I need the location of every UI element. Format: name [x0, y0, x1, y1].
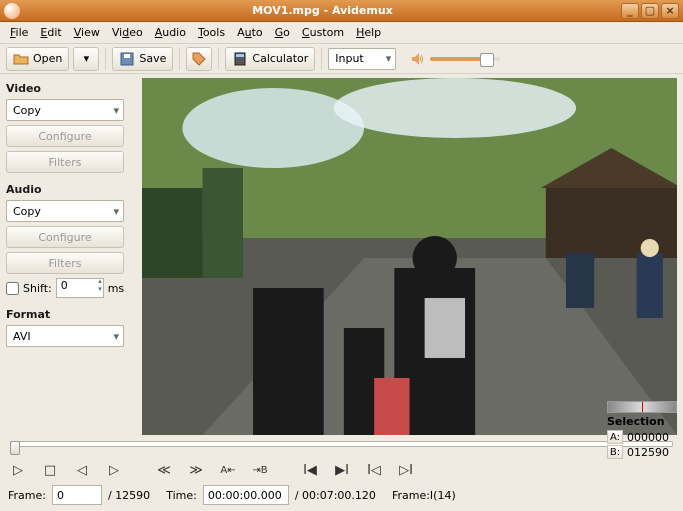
- selection-heading: Selection: [607, 415, 677, 428]
- video-preview: [142, 78, 677, 435]
- audio-filters-button[interactable]: Filters: [6, 252, 124, 274]
- separator: [218, 48, 219, 70]
- time-label: Time:: [166, 489, 197, 502]
- prev-keyframe-button[interactable]: I◁: [364, 461, 384, 479]
- menu-tools[interactable]: Tools: [192, 24, 231, 41]
- seek-track: [10, 441, 673, 447]
- shift-spin[interactable]: 0: [56, 278, 104, 298]
- toolbar: Open ▾ Save Calculator Input: [0, 44, 683, 74]
- open-dropdown-button[interactable]: ▾: [73, 47, 99, 71]
- volume-slider[interactable]: [430, 57, 500, 61]
- audio-codec-value: Copy: [13, 205, 41, 218]
- video-filters-button[interactable]: Filters: [6, 151, 124, 173]
- selection-a-row: A: 000000: [607, 430, 677, 444]
- app-icon: [4, 3, 20, 19]
- selection-panel: Selection A: 000000 B: 012590: [607, 401, 677, 459]
- audio-heading: Audio: [6, 183, 136, 196]
- status-row: Frame: 0 / 12590 Time: 00:00:00.000 / 00…: [0, 483, 683, 511]
- format-combo[interactable]: AVI: [6, 325, 124, 347]
- video-heading: Video: [6, 82, 136, 95]
- menu-view[interactable]: View: [68, 24, 106, 41]
- main-area: Video Copy Configure Filters Audio Copy …: [0, 74, 683, 435]
- separator: [179, 48, 180, 70]
- goto-end-button[interactable]: ▶I: [332, 461, 352, 479]
- menu-help[interactable]: Help: [350, 24, 387, 41]
- shift-unit: ms: [108, 282, 124, 295]
- video-configure-button[interactable]: Configure: [6, 125, 124, 147]
- video-codec-value: Copy: [13, 104, 41, 117]
- selection-a-value: 000000: [627, 431, 669, 444]
- menu-go[interactable]: Go: [269, 24, 296, 41]
- video-codec-combo[interactable]: Copy: [6, 99, 124, 121]
- window-title: MOV1.mpg - Avidemux: [24, 4, 621, 17]
- audio-codec-combo[interactable]: Copy: [6, 200, 124, 222]
- input-combo[interactable]: Input: [328, 48, 396, 70]
- format-value: AVI: [13, 330, 31, 343]
- menu-audio[interactable]: Audio: [149, 24, 192, 41]
- playback-controls: ▷ □ ◁ ▷ ≪ ≫ A⇤ ⇥B I◀ ▶I I◁ ▷I: [0, 457, 683, 483]
- frame-total: / 12590: [108, 489, 150, 502]
- frame-field[interactable]: 0: [52, 485, 102, 505]
- shift-checkbox[interactable]: [6, 282, 19, 295]
- play-button[interactable]: ▷: [8, 461, 28, 479]
- menu-edit[interactable]: Edit: [34, 24, 67, 41]
- time-total: / 00:07:00.120: [295, 489, 376, 502]
- next-keyframe-button[interactable]: ▷I: [396, 461, 416, 479]
- speaker-icon: [410, 51, 426, 67]
- prev-frame-button[interactable]: ◁: [72, 461, 92, 479]
- selection-b-value: 012590: [627, 446, 669, 459]
- time-field[interactable]: 00:00:00.000: [203, 485, 289, 505]
- tag-icon: [191, 51, 207, 67]
- window-titlebar: MOV1.mpg - Avidemux _ ▢ ×: [0, 0, 683, 22]
- menu-file[interactable]: File: [4, 24, 34, 41]
- menu-video[interactable]: Video: [106, 24, 149, 41]
- calculator-button[interactable]: Calculator: [225, 47, 315, 71]
- folder-open-icon: [13, 51, 29, 67]
- menubar: File Edit View Video Audio Tools Auto Go…: [0, 22, 683, 44]
- next-frame-button[interactable]: ▷: [104, 461, 124, 479]
- preview-frame: [142, 78, 677, 435]
- input-combo-label: Input: [335, 52, 363, 65]
- selection-b-label[interactable]: B:: [607, 445, 623, 459]
- save-label: Save: [139, 52, 166, 65]
- calculator-label: Calculator: [252, 52, 308, 65]
- rewind-button[interactable]: ≪: [154, 461, 174, 479]
- close-button[interactable]: ×: [661, 3, 679, 19]
- mark-b-button[interactable]: ⇥B: [250, 461, 270, 479]
- audio-configure-button[interactable]: Configure: [6, 226, 124, 248]
- minimize-button[interactable]: _: [621, 3, 639, 19]
- open-button[interactable]: Open: [6, 47, 69, 71]
- frame-label: Frame:: [8, 489, 46, 502]
- menu-auto[interactable]: Auto: [231, 24, 269, 41]
- calculator-icon: [232, 51, 248, 67]
- window-controls: _ ▢ ×: [621, 3, 679, 19]
- frame-type: Frame:I(14): [392, 489, 456, 502]
- format-heading: Format: [6, 308, 136, 321]
- selection-b-row: B: 012590: [607, 445, 677, 459]
- seek-bar[interactable]: [10, 441, 673, 455]
- shift-label: Shift:: [23, 282, 52, 295]
- separator: [105, 48, 106, 70]
- save-button[interactable]: Save: [112, 47, 173, 71]
- audio-shift-row: Shift: 0 ms: [6, 278, 136, 298]
- info-button[interactable]: [186, 47, 212, 71]
- seek-thumb[interactable]: [10, 441, 20, 455]
- mark-a-button[interactable]: A⇤: [218, 461, 238, 479]
- maximize-button[interactable]: ▢: [641, 3, 659, 19]
- side-panel: Video Copy Configure Filters Audio Copy …: [0, 74, 142, 435]
- menu-custom[interactable]: Custom: [296, 24, 350, 41]
- floppy-icon: [119, 51, 135, 67]
- selection-a-label[interactable]: A:: [607, 430, 623, 444]
- stop-button[interactable]: □: [40, 461, 60, 479]
- open-label: Open: [33, 52, 62, 65]
- selection-gauge: [607, 401, 677, 413]
- forward-button[interactable]: ≫: [186, 461, 206, 479]
- separator: [321, 48, 322, 70]
- goto-start-button[interactable]: I◀: [300, 461, 320, 479]
